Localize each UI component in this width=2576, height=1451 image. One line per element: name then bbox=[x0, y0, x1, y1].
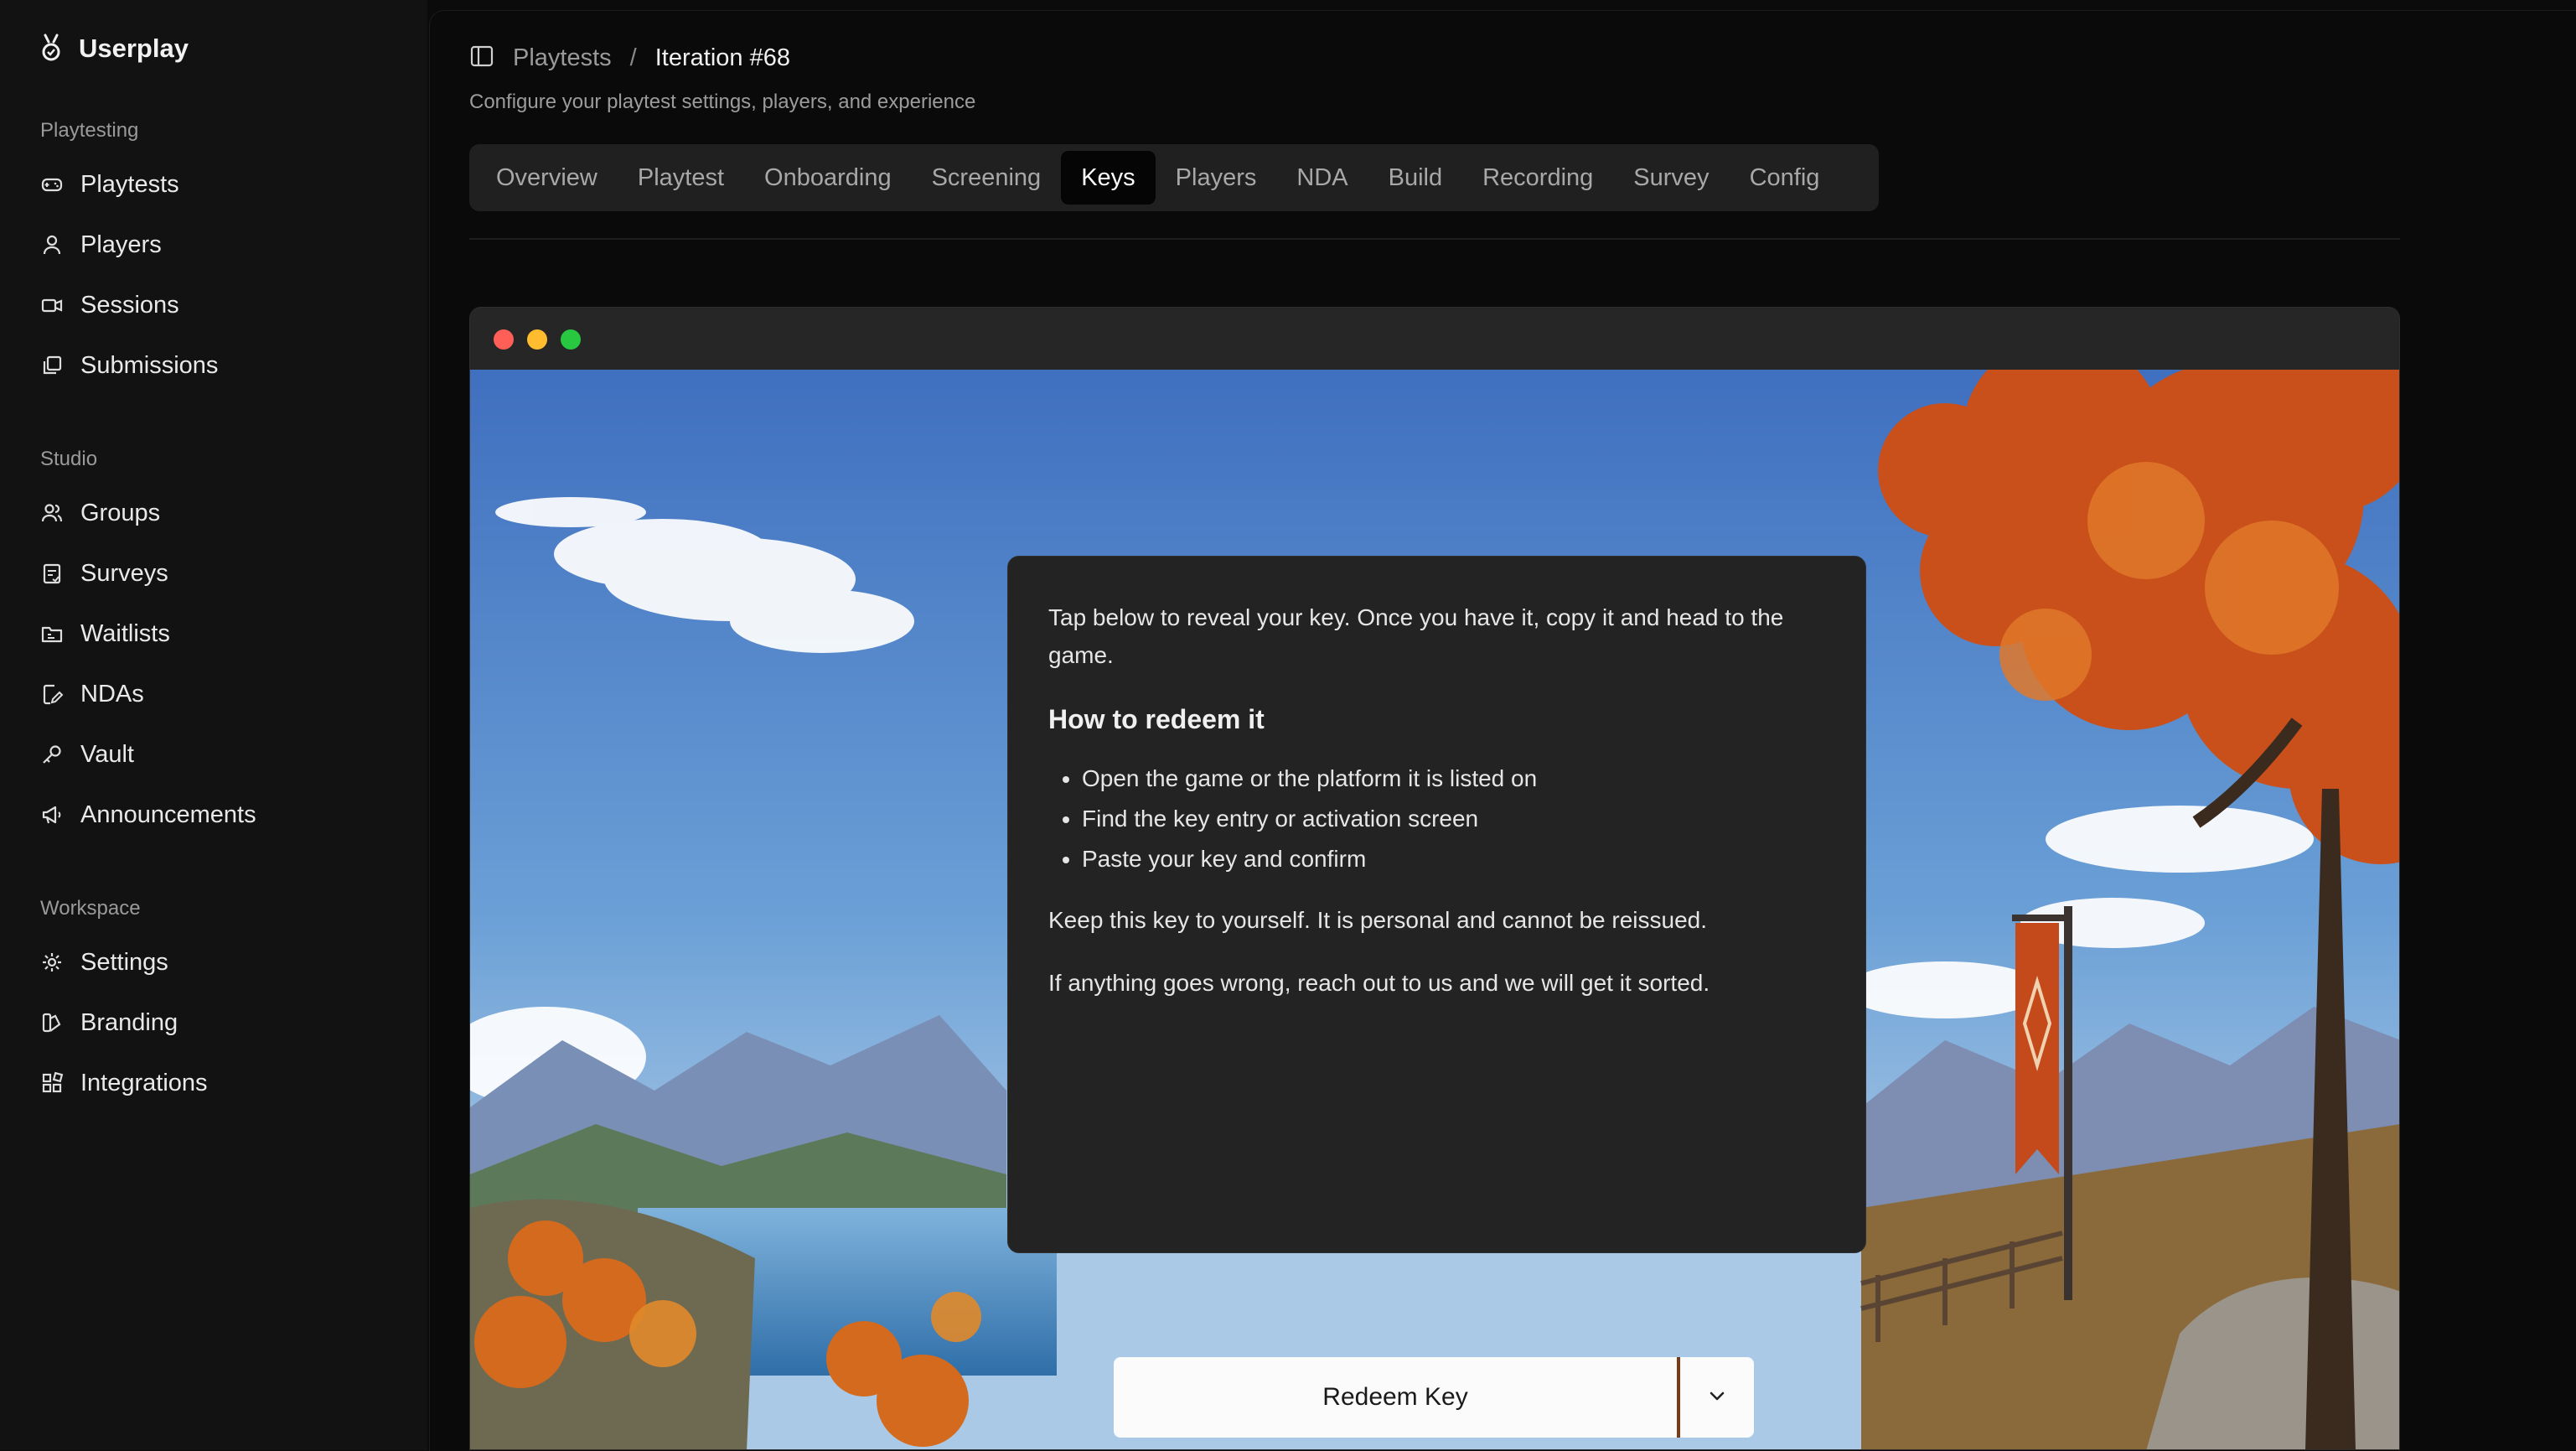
window-chrome bbox=[470, 308, 2399, 370]
window-maximize-dot bbox=[561, 329, 581, 350]
sidebar-item-playtests[interactable]: Playtests bbox=[40, 166, 179, 203]
breadcrumb: Playtests / Iteration #68 bbox=[469, 44, 790, 73]
sidebar-item-vault[interactable]: Vault bbox=[40, 736, 134, 773]
redeem-key-button[interactable]: Redeem Key bbox=[1114, 1357, 1677, 1438]
tab-playtest[interactable]: Playtest bbox=[618, 151, 744, 205]
sidebar-item-label: Sessions bbox=[80, 291, 179, 319]
privacy-note: Keep this key to yourself. It is persona… bbox=[1048, 907, 1708, 933]
window-close-dot bbox=[494, 329, 514, 350]
tab-bar: Overview Playtest Onboarding Screening K… bbox=[469, 144, 1879, 211]
blocks-icon bbox=[40, 1071, 64, 1095]
gear-icon bbox=[40, 951, 64, 974]
tab-screening[interactable]: Screening bbox=[912, 151, 1062, 205]
tab-overview[interactable]: Overview bbox=[476, 151, 618, 205]
users-icon bbox=[40, 501, 64, 525]
sidebar-item-settings[interactable]: Settings bbox=[40, 944, 168, 981]
sidebar-item-submissions[interactable]: Submissions bbox=[40, 347, 218, 384]
sidebar-toggle-icon[interactable] bbox=[469, 44, 494, 73]
sidebar-item-surveys[interactable]: Surveys bbox=[40, 555, 168, 592]
sidebar-item-sessions[interactable]: Sessions bbox=[40, 287, 179, 324]
palette-icon bbox=[40, 1011, 64, 1034]
window-minimize-dot bbox=[527, 329, 547, 350]
page-subtitle: Configure your playtest settings, player… bbox=[469, 91, 976, 113]
file-edit-icon bbox=[40, 682, 64, 706]
key-icon bbox=[40, 743, 64, 766]
logo-icon bbox=[42, 34, 60, 61]
tab-config[interactable]: Config bbox=[1730, 151, 1840, 205]
section-label-playtesting: Playtesting bbox=[40, 119, 139, 142]
breadcrumb-playtests[interactable]: Playtests bbox=[513, 44, 612, 72]
tab-keys[interactable]: Keys bbox=[1061, 151, 1156, 205]
sidebar-item-ndas[interactable]: NDAs bbox=[40, 676, 144, 713]
sidebar-item-groups[interactable]: Groups bbox=[40, 495, 160, 531]
sidebar-item-integrations[interactable]: Integrations bbox=[40, 1065, 208, 1101]
brand[interactable]: Userplay bbox=[39, 32, 189, 65]
section-label-workspace: Workspace bbox=[40, 897, 141, 920]
sidebar-item-label: Waitlists bbox=[80, 619, 170, 647]
sidebar-item-label: Branding bbox=[80, 1008, 178, 1036]
header-divider bbox=[469, 238, 2400, 240]
sidebar-item-label: Playtests bbox=[80, 170, 179, 198]
sidebar-item-announcements[interactable]: Announcements bbox=[40, 796, 256, 833]
preview-window: Tap below to reveal your key. Once you h… bbox=[469, 307, 2400, 1450]
list-item: Open the game or the platform it is list… bbox=[1082, 759, 1825, 799]
breadcrumb-current: Iteration #68 bbox=[654, 44, 790, 71]
sidebar-item-label: Surveys bbox=[80, 559, 168, 587]
list-item: Find the key entry or activation screen bbox=[1082, 799, 1825, 839]
tab-onboarding[interactable]: Onboarding bbox=[744, 151, 912, 205]
tab-players[interactable]: Players bbox=[1156, 151, 1277, 205]
tab-recording[interactable]: Recording bbox=[1462, 151, 1613, 205]
sidebar-item-label: Submissions bbox=[80, 351, 219, 379]
sidebar-item-players[interactable]: Players bbox=[40, 226, 162, 263]
redeem-heading: How to redeem it bbox=[1048, 704, 1265, 734]
tab-nda[interactable]: NDA bbox=[1276, 151, 1368, 205]
intro-text: Tap below to reveal your key. Once you h… bbox=[1048, 604, 1784, 668]
sidebar-item-label: Players bbox=[80, 231, 162, 258]
breadcrumb-separator: / bbox=[629, 44, 637, 71]
megaphone-icon bbox=[40, 803, 64, 827]
copy-icon bbox=[40, 354, 64, 377]
sidebar-item-branding[interactable]: Branding bbox=[40, 1004, 178, 1041]
app-name: Userplay bbox=[79, 34, 189, 63]
sidebar: Userplay Playtesting Playtests Players S… bbox=[0, 0, 427, 1450]
sidebar-item-label: Integrations bbox=[80, 1069, 208, 1096]
sidebar-item-label: Announcements bbox=[80, 801, 256, 828]
tab-build[interactable]: Build bbox=[1368, 151, 1463, 205]
survey-icon bbox=[40, 562, 64, 585]
redeem-key-split-button: Redeem Key bbox=[1114, 1357, 1754, 1438]
user-icon bbox=[40, 233, 64, 257]
list-item: Paste your key and confirm bbox=[1082, 839, 1825, 879]
sidebar-item-label: Groups bbox=[80, 499, 161, 526]
sidebar-item-waitlists[interactable]: Waitlists bbox=[40, 615, 170, 652]
sidebar-item-label: NDAs bbox=[80, 680, 144, 707]
redeem-steps-list: Open the game or the platform it is list… bbox=[1048, 759, 1825, 879]
sidebar-item-label: Vault bbox=[80, 740, 134, 768]
redeem-options-dropdown[interactable] bbox=[1680, 1357, 1754, 1438]
help-text: If anything goes wrong, reach out to us … bbox=[1048, 970, 1710, 996]
tab-survey[interactable]: Survey bbox=[1613, 151, 1729, 205]
folder-list-icon bbox=[40, 622, 64, 645]
sidebar-item-label: Settings bbox=[80, 948, 168, 976]
section-label-studio: Studio bbox=[40, 448, 98, 470]
chevron-down-icon bbox=[1705, 1384, 1729, 1412]
key-instructions-card: Tap below to reveal your key. Once you h… bbox=[1007, 556, 1866, 1253]
gamepad-icon bbox=[40, 173, 64, 196]
video-icon bbox=[40, 293, 64, 317]
